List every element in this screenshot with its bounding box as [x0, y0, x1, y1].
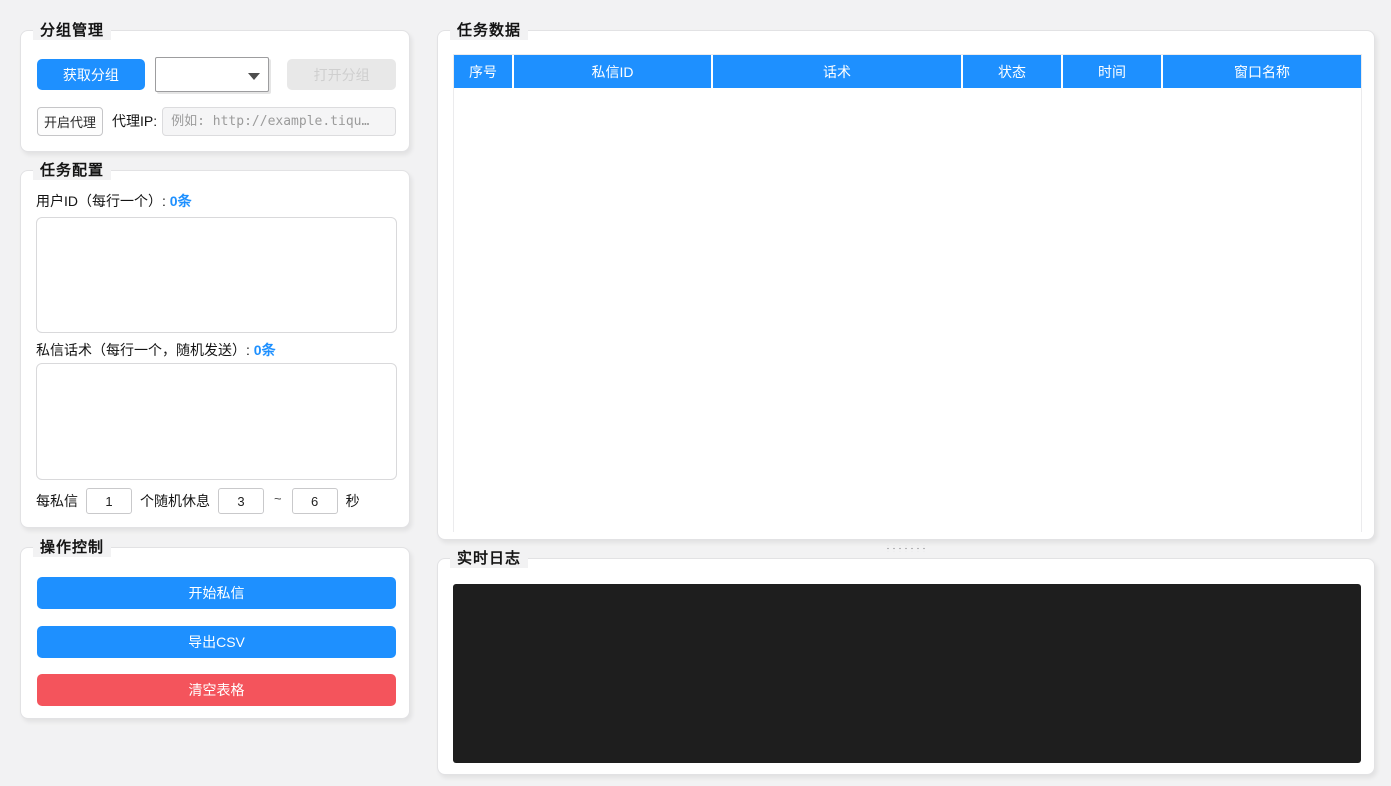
interval-row: 每私信 个随机休息 ~ 秒	[36, 487, 401, 515]
app-window: 分组管理 获取分组 打开分组 开启代理 代理IP: 任务配置 用户ID（每行一个…	[0, 0, 1391, 786]
tilde-separator: ~	[274, 490, 282, 506]
user-id-textarea[interactable]	[36, 217, 397, 333]
user-id-label-row: 用户ID（每行一个）: 0条	[36, 191, 192, 211]
realtime-log-panel: 实时日志	[437, 547, 1375, 775]
header-cell-time[interactable]: 时间	[1063, 55, 1161, 88]
user-id-count: 0条	[169, 193, 192, 209]
splitter-handle[interactable]	[437, 542, 1375, 554]
script-textarea[interactable]	[36, 363, 397, 480]
clear-table-button[interactable]: 清空表格	[37, 674, 396, 706]
header-cell-dm-id[interactable]: 私信ID	[514, 55, 711, 88]
open-group-button[interactable]: 打开分组	[287, 59, 396, 90]
task-table-header: 序号 私信ID 话术 状态 时间 窗口名称	[454, 55, 1361, 88]
proxy-ip-label: 代理IP:	[112, 113, 158, 129]
group-management-row1: 获取分组 打开分组	[37, 57, 396, 92]
realtime-log-output	[453, 584, 1361, 763]
task-table-body	[454, 88, 1361, 533]
group-management-panel: 分组管理 获取分组 打开分组 开启代理 代理IP:	[20, 19, 410, 152]
header-cell-status[interactable]: 状态	[963, 55, 1061, 88]
script-count: 0条	[253, 342, 276, 358]
rest-max-seconds-input[interactable]	[291, 488, 338, 514]
interval-prefix-label: 每私信	[36, 493, 78, 509]
header-cell-window[interactable]: 窗口名称	[1163, 55, 1361, 88]
header-cell-seq[interactable]: 序号	[454, 55, 512, 88]
group-select[interactable]	[154, 57, 270, 92]
task-config-panel: 任务配置 用户ID（每行一个）: 0条 私信话术（每行一个，随机发送）: 0条 …	[20, 159, 410, 528]
user-id-label: 用户ID（每行一个）:	[36, 193, 170, 209]
chevron-down-icon	[248, 73, 261, 80]
script-label-row: 私信话术（每行一个，随机发送）: 0条	[36, 340, 276, 360]
task-data-panel: 任务数据 序号 私信ID 话术 状态 时间 窗口名称	[437, 19, 1375, 540]
rest-min-seconds-input[interactable]	[218, 488, 264, 514]
task-data-title: 任务数据	[450, 19, 529, 40]
enable-proxy-button[interactable]: 开启代理	[37, 106, 103, 136]
realtime-log-title: 实时日志	[450, 547, 529, 568]
interval-suffix-label: 秒	[345, 493, 360, 509]
interval-middle-label: 个随机休息	[140, 493, 210, 509]
per-message-count-input[interactable]	[86, 488, 132, 514]
operation-control-panel: 操作控制 开始私信 导出CSV 清空表格	[20, 536, 410, 719]
get-groups-button[interactable]: 获取分组	[37, 59, 145, 90]
operation-control-title: 操作控制	[33, 536, 112, 557]
task-config-title: 任务配置	[33, 159, 112, 180]
export-csv-button[interactable]: 导出CSV	[37, 626, 396, 658]
task-table: 序号 私信ID 话术 状态 时间 窗口名称	[453, 54, 1362, 533]
proxy-ip-input[interactable]	[162, 106, 396, 136]
start-dm-button[interactable]: 开始私信	[37, 577, 396, 609]
header-cell-script[interactable]: 话术	[713, 55, 961, 88]
group-management-title: 分组管理	[33, 19, 112, 40]
script-label: 私信话术（每行一个，随机发送）:	[36, 342, 254, 358]
group-management-row2: 开启代理 代理IP:	[37, 106, 396, 136]
splitter-grip-icon	[886, 544, 926, 552]
